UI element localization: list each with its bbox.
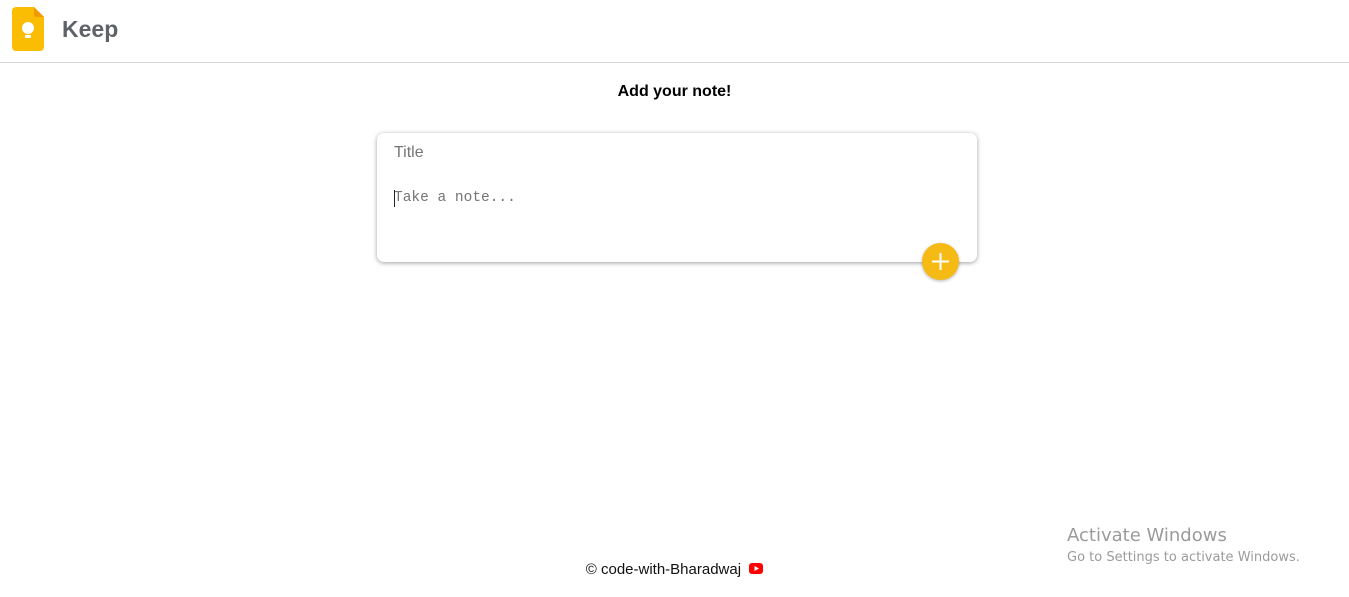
header: Keep (0, 0, 1349, 63)
youtube-icon[interactable] (749, 562, 764, 574)
note-form (377, 133, 977, 262)
app-name: Keep (62, 16, 119, 42)
watermark-title: Activate Windows (1067, 525, 1227, 546)
footer: © code-with-Bharadwaj (0, 561, 1349, 579)
plus-icon (932, 253, 949, 270)
text-cursor (394, 190, 395, 207)
page-heading: Add your note! (617, 83, 732, 100)
note-textarea[interactable] (394, 190, 954, 238)
keep-bulb-icon[interactable] (12, 7, 44, 51)
add-note-button[interactable] (922, 243, 959, 280)
footer-text: © code-with-Bharadwaj (585, 561, 742, 578)
title-input[interactable] (394, 142, 954, 164)
